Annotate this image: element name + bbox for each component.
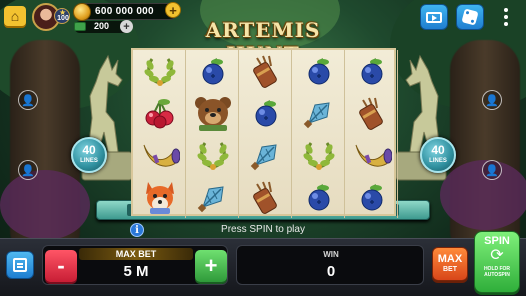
info-button[interactable]: i: [130, 223, 144, 237]
bear-icon: [186, 92, 239, 134]
invite-friend-left-bottom[interactable]: 👤: [18, 160, 38, 180]
blueberry-icon: [239, 92, 292, 134]
bonus-dice-button[interactable]: [456, 4, 484, 30]
game-screen: ⌂ ★ 100 600 000 000 + 200 + ARTEMIS HUNT…: [0, 0, 526, 296]
blueberry-icon: [345, 176, 398, 218]
quiver-icon: [345, 92, 398, 134]
quiver-icon: [239, 176, 292, 218]
player-level-badge: ★ 100: [54, 8, 70, 24]
top-bar: ⌂ ★ 100 600 000 000 + 200 + ARTEMIS HUNT: [0, 0, 526, 66]
win-panel: WIN 0: [236, 245, 424, 285]
decrease-bet-button[interactable]: -: [45, 250, 77, 282]
home-icon: ⌂: [10, 8, 20, 24]
laurel-wreath-icon: [186, 134, 239, 176]
increase-bet-button[interactable]: +: [195, 250, 227, 282]
blueberry-icon: [292, 50, 345, 92]
reel-column: [292, 50, 345, 218]
invite-friend-left-top[interactable]: 👤: [18, 90, 38, 110]
blueberry-icon: [186, 50, 239, 92]
quiver-icon: [239, 50, 292, 92]
spin-button[interactable]: SPIN ⟳ HOLD FOR AUTOSPIN: [474, 231, 520, 293]
coin-balance-value: 600 000 000: [95, 6, 154, 17]
add-user-icon: 👤: [485, 164, 499, 177]
max-bet-label-bottom: BET: [443, 266, 457, 273]
coin-icon: [73, 3, 91, 21]
lines-count: 40: [431, 143, 445, 157]
add-user-icon: 👤: [485, 94, 499, 107]
add-user-icon: 👤: [21, 94, 35, 107]
bet-label: MAX BET: [79, 248, 193, 260]
blueberry-icon: [292, 176, 345, 218]
add-cash-button[interactable]: +: [120, 20, 133, 33]
blueberry-icon: [345, 50, 398, 92]
win-label: WIN: [323, 250, 339, 259]
spin-hint: Press SPIN to play: [221, 224, 305, 235]
cash-balance-value: 200: [94, 21, 110, 31]
arrow-tip-icon: [292, 92, 345, 134]
add-user-icon: 👤: [21, 164, 35, 177]
reel-column: [239, 50, 292, 218]
bet-value: 5 M: [123, 263, 149, 280]
reel-column: [133, 50, 186, 218]
refresh-icon: ⟳: [490, 247, 504, 264]
coin-balance: 600 000 000: [73, 3, 178, 21]
add-coins-button[interactable]: +: [165, 2, 181, 18]
reel-column: [345, 50, 398, 218]
lines-badge-left: 40 LINES: [71, 137, 107, 173]
watch-video-button[interactable]: [420, 4, 448, 30]
slot-reels: [131, 48, 398, 218]
laurel-wreath-icon: [292, 134, 345, 176]
player-level: 100: [57, 15, 69, 22]
paytable-button[interactable]: [6, 251, 34, 279]
lines-label: LINES: [429, 158, 447, 164]
tv-icon: [426, 11, 442, 23]
paytable-icon: [13, 258, 27, 272]
hunting-horn-icon: [345, 134, 398, 176]
cherries-icon: [133, 92, 186, 134]
arrow-tip-icon: [239, 134, 292, 176]
win-value: 0: [326, 263, 336, 280]
max-bet-button[interactable]: MAX BET: [432, 247, 468, 281]
bottom-bar: - MAX BET 5 M + WIN 0 MAX BET SPIN ⟳ HOL…: [0, 231, 526, 296]
autospin-hint: HOLD FOR AUTOSPIN: [483, 266, 511, 278]
invite-friend-right-top[interactable]: 👤: [482, 90, 502, 110]
spin-label: SPIN: [484, 235, 510, 247]
lines-label: LINES: [80, 158, 98, 164]
dice-icon: [461, 8, 479, 26]
hunting-horn-icon: [133, 134, 186, 176]
laurel-wreath-icon: [133, 50, 186, 92]
cash-icon: [74, 22, 86, 31]
max-bet-label-top: MAX: [437, 253, 463, 265]
lines-badge-right: 40 LINES: [420, 137, 456, 173]
invite-friend-right-bottom[interactable]: 👤: [482, 160, 502, 180]
home-button[interactable]: ⌂: [4, 6, 26, 26]
lines-count: 40: [82, 143, 96, 157]
more-menu-button[interactable]: [500, 6, 512, 28]
bet-panel: - MAX BET 5 M +: [42, 245, 228, 285]
fox-icon: [133, 176, 186, 218]
arrow-tip-icon: [186, 176, 239, 218]
reel-column: [186, 50, 239, 218]
